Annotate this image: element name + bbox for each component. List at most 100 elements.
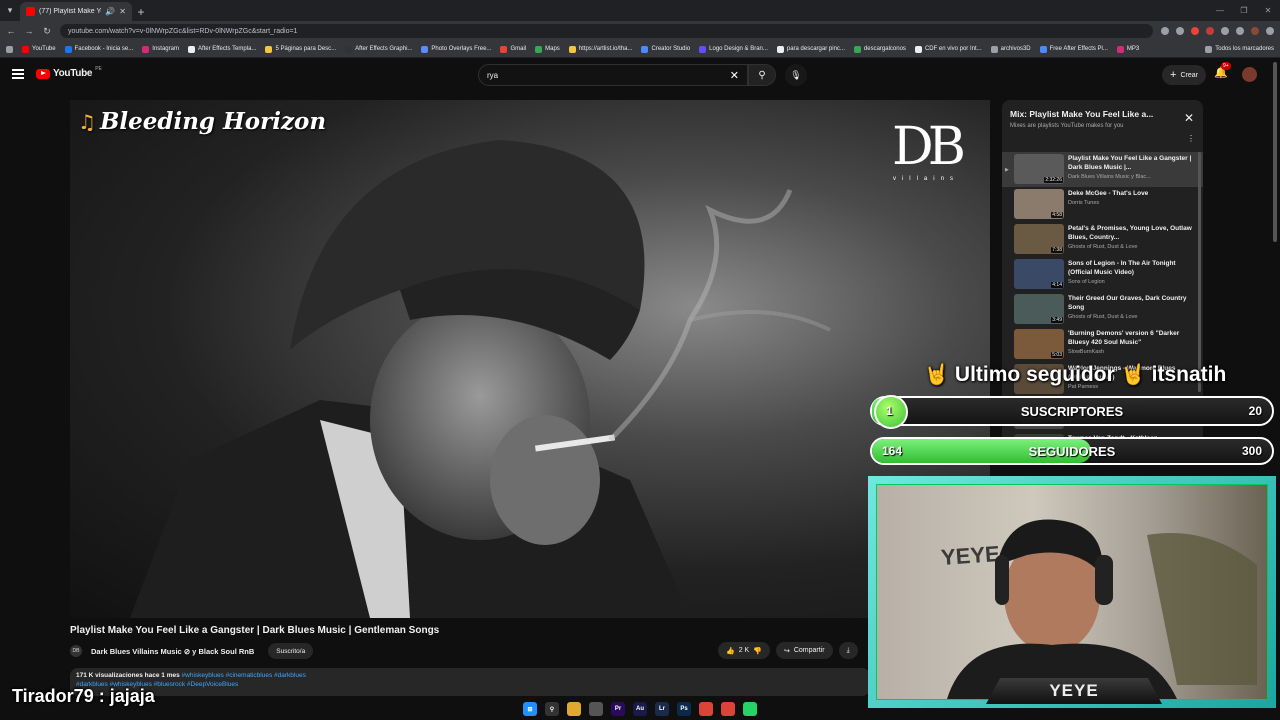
chrome-icon-2[interactable] bbox=[721, 702, 735, 716]
extensions-puzzle-icon[interactable] bbox=[1221, 27, 1229, 35]
reload-icon[interactable]: ↻ bbox=[42, 26, 52, 37]
playlist-item[interactable]: 7:38 Petal's & Promises, Young Love, Outl… bbox=[1002, 222, 1203, 257]
install-icon[interactable] bbox=[1161, 27, 1169, 35]
playlist-thumbnail: 4:58 bbox=[1014, 189, 1064, 219]
close-window-icon[interactable]: ✕ bbox=[1256, 0, 1280, 21]
video-overlay-title: ♫ Bleeding Horizon bbox=[78, 108, 327, 135]
youtube-logo[interactable]: YouTube PE bbox=[36, 66, 102, 79]
tab-mute-icon[interactable]: 🔊 bbox=[105, 7, 115, 16]
notifications-button[interactable]: 🔔 9+ bbox=[1214, 62, 1231, 79]
description-tags[interactable]: #darkblues #whiskeyblues #bluesrock #Dee… bbox=[76, 681, 864, 688]
audition-icon[interactable]: Au bbox=[633, 702, 647, 716]
playlist-item[interactable]: ▶ 2:32:26 Playlist Make You Feel Like a Ga… bbox=[1002, 152, 1203, 187]
more-options-icon[interactable]: ⋮ bbox=[1187, 134, 1195, 143]
bookmark-item[interactable]: Free After Effects Pl... bbox=[1039, 45, 1108, 53]
channel-avatar[interactable]: DB bbox=[70, 645, 82, 657]
bookmark-item[interactable]: Logo Design & Bran... bbox=[699, 45, 768, 53]
like-button[interactable]: 👍 2 K 👎 bbox=[718, 642, 770, 659]
bookmark-item[interactable]: Gmail bbox=[500, 45, 526, 53]
bookmark-item[interactable]: CDF en vivo por Int... bbox=[914, 45, 982, 53]
maximize-icon[interactable]: ❐ bbox=[1232, 0, 1256, 21]
playlist-item[interactable]: 3:49 Their Greed Our Graves, Dark Country… bbox=[1002, 292, 1203, 327]
bookmark-item[interactable]: descargalconos bbox=[853, 45, 906, 53]
search-icon[interactable]: ⚲ bbox=[545, 702, 559, 716]
followers-goal: 300 bbox=[1241, 444, 1262, 458]
sidepanel-icon[interactable] bbox=[1236, 27, 1244, 35]
whatsapp-icon[interactable] bbox=[743, 702, 757, 716]
playlist-item[interactable]: 4:14 Sons of Legion - In The Air Tonight … bbox=[1002, 257, 1203, 292]
duration-badge: 5:03 bbox=[1051, 352, 1063, 358]
webcam-frame: YEYE bbox=[868, 476, 1276, 708]
bookmark-item[interactable]: 5 Páginas para Desc... bbox=[265, 45, 336, 53]
tab-search-icon[interactable]: ▾ bbox=[0, 0, 20, 21]
description-box[interactable]: 171 K visualizaciones hace 1 mes #whiske… bbox=[70, 668, 870, 696]
url-field[interactable]: youtube.com/watch?v=v-0lNWrpZGc&list=RDv… bbox=[60, 24, 1153, 38]
account-avatar[interactable] bbox=[1242, 67, 1257, 82]
extension-red-icon[interactable] bbox=[1191, 27, 1199, 35]
duration-badge: 2:32:26 bbox=[1044, 177, 1063, 183]
bookmark-item[interactable]: YouTube bbox=[22, 45, 56, 53]
search-icon: ⚲ bbox=[758, 69, 766, 81]
close-icon[interactable]: ✕ bbox=[1184, 111, 1194, 125]
channel-name[interactable]: Dark Blues Villains Music ⊘ y Black Soul… bbox=[91, 647, 254, 656]
minimize-icon[interactable]: — bbox=[1208, 0, 1232, 21]
search-query: rya bbox=[487, 70, 499, 80]
video-player[interactable]: ♫ Bleeding Horizon DB villains bbox=[70, 100, 990, 618]
playlist-item[interactable]: 5:03 'Burning Demons' version 6 "Darker B… bbox=[1002, 327, 1203, 362]
all-bookmarks[interactable]: Todos los marcadores bbox=[1205, 45, 1274, 53]
webcam-feed: YEYE bbox=[876, 484, 1268, 700]
windows-start-icon[interactable]: ⊞ bbox=[523, 702, 537, 716]
playlist-item-title: Petal's & Promises, Young Love, Outlaw B… bbox=[1068, 225, 1192, 241]
playlist-item[interactable]: 4:58 Deke McGee - That's Love Dorris Tunes bbox=[1002, 187, 1203, 222]
bookmark-item[interactable]: https://artlist.io/tha... bbox=[568, 45, 632, 53]
duration-badge: 7:38 bbox=[1051, 247, 1063, 253]
bookmark-item[interactable]: Maps bbox=[535, 45, 560, 53]
playlist-thumbnail: 2:32:26 bbox=[1014, 154, 1064, 184]
photoshop-icon[interactable]: Ps bbox=[677, 702, 691, 716]
bookmark-item[interactable]: Facebook - Inicia se... bbox=[64, 45, 133, 53]
download-button[interactable]: ⤓ bbox=[838, 642, 858, 659]
duration-badge: 3:49 bbox=[1051, 317, 1063, 323]
playlist-scrollbar[interactable] bbox=[1198, 152, 1201, 392]
bookmarks-bar: YouTube Facebook - Inicia se... Instagra… bbox=[0, 41, 1280, 58]
back-icon[interactable]: ← bbox=[6, 26, 16, 36]
bookmark-item[interactable]: After Effects Templa... bbox=[187, 45, 256, 53]
dislike-icon[interactable]: 👎 bbox=[753, 647, 762, 655]
clear-search-icon[interactable]: ✕ bbox=[730, 69, 739, 82]
menu-icon[interactable] bbox=[12, 69, 24, 79]
bookmark-item[interactable]: Instagram bbox=[142, 45, 179, 53]
notification-badge: 9+ bbox=[1221, 62, 1231, 70]
premiere-icon[interactable]: Pr bbox=[611, 702, 625, 716]
chrome-menu-icon[interactable] bbox=[1266, 27, 1274, 35]
voice-search-button[interactable]: 🎙 bbox=[785, 64, 807, 86]
apps-icon[interactable] bbox=[6, 45, 13, 53]
share-icon: ↪ bbox=[783, 647, 790, 655]
bookmark-item[interactable]: MP3 bbox=[1116, 45, 1139, 53]
file-explorer-icon[interactable] bbox=[567, 702, 581, 716]
window-controls: — ❐ ✕ bbox=[1208, 0, 1280, 21]
forward-icon[interactable]: → bbox=[24, 26, 34, 36]
page-scrollbar[interactable] bbox=[1273, 62, 1277, 242]
bookmark-item[interactable]: Creator Studio bbox=[641, 45, 690, 53]
new-tab-button[interactable]: + bbox=[132, 2, 150, 21]
video-frame-illustration bbox=[130, 140, 831, 618]
search-button[interactable]: ⚲ bbox=[748, 64, 776, 86]
bookmark-item[interactable]: Photo Overlays Free... bbox=[421, 45, 491, 53]
bookmark-star-icon[interactable] bbox=[1176, 27, 1184, 35]
lightroom-icon[interactable]: Lr bbox=[655, 702, 669, 716]
subscribe-button[interactable]: Suscrito/a bbox=[268, 643, 314, 659]
chrome-icon[interactable] bbox=[699, 702, 713, 716]
app-icon[interactable] bbox=[589, 702, 603, 716]
tab-close-icon[interactable]: ✕ bbox=[119, 7, 126, 16]
profile-icon[interactable] bbox=[1251, 27, 1259, 35]
search-input[interactable]: rya ✕ bbox=[478, 64, 748, 86]
bookmark-item[interactable]: After Effects Graphi... bbox=[345, 45, 412, 53]
playlist-item-title: Their Greed Our Graves, Dark Country Son… bbox=[1068, 295, 1187, 311]
share-button[interactable]: ↪ Compartir bbox=[775, 642, 833, 659]
browser-tab-active[interactable]: (77) Playlist Make You Feel 🔊 ✕ bbox=[20, 2, 132, 21]
create-button[interactable]: + Crear bbox=[1162, 65, 1206, 85]
video-actions: 👍 2 K 👎 ↪ Compartir ⤓ bbox=[718, 642, 858, 659]
extension-record-icon[interactable] bbox=[1206, 27, 1214, 35]
bookmark-item[interactable]: para descargar pinc... bbox=[776, 45, 845, 53]
bookmark-item[interactable]: archivos3D bbox=[990, 45, 1031, 53]
